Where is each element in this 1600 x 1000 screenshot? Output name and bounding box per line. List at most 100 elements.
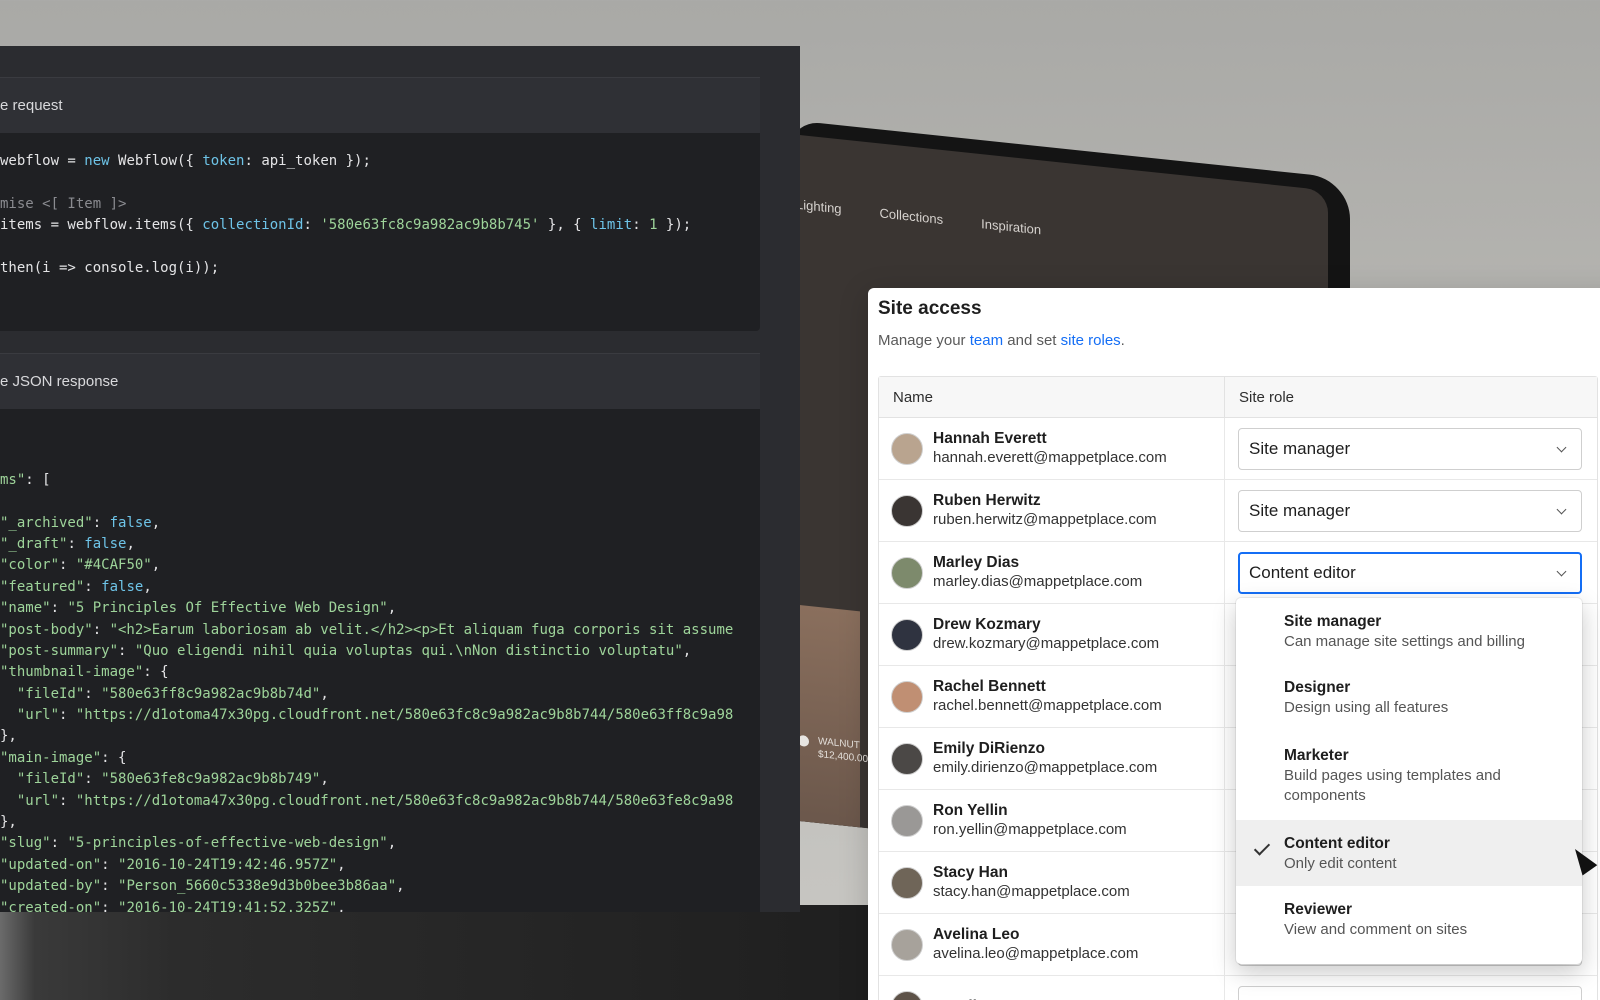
background-floor <box>0 905 870 1000</box>
code-token: , <box>320 685 329 702</box>
code-line: "fileId": "580e63ff8c9a982ac9b8b74d", <box>0 684 760 705</box>
table-row: Ruben Herwitz ruben.herwitz@mappetplace.c… <box>879 480 1597 542</box>
role-option-description: Only edit content <box>1284 855 1397 872</box>
code-token: : <box>118 642 135 659</box>
code-line: "created-on": "2016-10-24T19:41:52.325Z"… <box>0 898 760 912</box>
code-token: : { <box>143 664 169 681</box>
subtitle-text: . <box>1120 332 1125 349</box>
code-line: "post-body": "<h2>Earum laboriosam ab ve… <box>0 620 760 641</box>
member-email: ruben.herwitz@mappetplace.com <box>933 511 1157 528</box>
response-code-block[interactable]: ms": ["_archived": false, "_draft": false… <box>0 409 760 912</box>
avatar <box>891 680 923 713</box>
subtitle-text: Manage your <box>878 332 970 349</box>
role-option[interactable]: Marketer Build pages using templates and c… <box>1236 732 1582 820</box>
role-select[interactable]: Site manager <box>1238 490 1582 532</box>
code-token: "fileId" <box>16 685 85 702</box>
column-header-name[interactable]: Name <box>879 377 1225 417</box>
code-token: "2016-10-24T19:41:52.325Z" <box>118 899 338 912</box>
code-token: webflow = <box>0 153 85 169</box>
request-code-block[interactable]: webflow = new Webflow({ token: api_token… <box>0 133 760 331</box>
role-option[interactable]: Content editor Only edit content <box>1236 820 1582 886</box>
code-token: "#4CAF50" <box>75 557 152 574</box>
code-token: "post-summary" <box>0 642 119 659</box>
code-token: "580e63ff8c9a982ac9b8b74d" <box>101 685 321 702</box>
member-cell: Aurelio Harry <box>879 976 1225 1000</box>
code-line: "updated-by": "Person_5660c5338e9d3b0bee… <box>0 876 760 897</box>
role-select[interactable]: Site manager <box>1238 428 1582 470</box>
member-name: Avelina Leo <box>933 926 1020 943</box>
chevron-down-icon <box>1556 442 1567 453</box>
role-select-value: Content editor <box>1249 563 1356 582</box>
role-cell: Site manager <box>1225 480 1597 541</box>
code-token: "name" <box>0 600 51 617</box>
code-token: : <box>303 217 321 234</box>
member-name: Ron Yellin <box>933 802 1008 819</box>
role-option-title: Reviewer <box>1284 901 1353 918</box>
table-row: Hannah Everett hannah.everett@mappetplace… <box>879 418 1597 480</box>
code-token: ms" <box>0 471 26 488</box>
code-line: "color": "#4CAF50", <box>0 555 760 576</box>
avatar <box>891 494 923 527</box>
team-link[interactable]: team <box>970 332 1003 349</box>
code-token: "updated-by" <box>0 878 102 895</box>
code-token: "Person_5660c5338e9d3b0bee3b86aa" <box>118 878 397 895</box>
code-token: , <box>143 578 152 595</box>
site-roles-link[interactable]: site roles <box>1061 332 1121 349</box>
code-line: "slug": "5-principles-of-effective-web-d… <box>0 833 760 854</box>
code-panel: e request webflow = new Webflow({ token:… <box>0 46 800 912</box>
code-line: }, <box>0 812 760 833</box>
code-token: , <box>387 835 397 852</box>
request-title: e request <box>0 78 760 133</box>
code-line: ms": [ <box>0 470 760 491</box>
code-token: , <box>320 771 329 788</box>
code-line: "thumbnail-image": { <box>0 662 760 683</box>
member-info: Stacy Han stacy.han@mappetplace.com <box>933 863 1130 902</box>
role-option[interactable]: Designer Design using all features <box>1236 664 1582 732</box>
code-line: "url": "https://d1otoma47x30pg.cloudfron… <box>0 705 760 726</box>
table-row: Aurelio Harry <box>879 976 1597 1000</box>
member-cell: Ron Yellin ron.yellin@mappetplace.com <box>879 790 1225 851</box>
role-option[interactable]: Reviewer View and comment on sites <box>1236 886 1582 964</box>
code-token: "5 Principles Of Effective Web Design" <box>67 600 388 617</box>
code-line: "_archived": false, <box>0 513 760 534</box>
role-select[interactable] <box>1238 986 1582 1000</box>
code-token: : <box>50 600 68 617</box>
member-email: emily.dirienzo@mappetplace.com <box>933 759 1158 776</box>
code-line: "name": "5 Principles Of Effective Web D… <box>0 598 760 619</box>
member-info: Marley Dias marley.dias@mappetplace.com <box>933 553 1142 592</box>
role-option-title: Content editor <box>1284 835 1390 852</box>
member-cell: Avelina Leo avelina.leo@mappetplace.com <box>879 914 1225 975</box>
chevron-down-icon <box>1556 566 1567 577</box>
member-email: hannah.everett@mappetplace.com <box>933 449 1167 466</box>
code-token: "<h2>Earum laboriosam ab velit.</h2><p>E… <box>109 621 734 638</box>
role-option[interactable]: Site manager Can manage site settings and… <box>1236 598 1582 664</box>
code-token: : <box>84 771 102 788</box>
member-info: Ruben Herwitz ruben.herwitz@mappetplace.c… <box>933 491 1157 530</box>
code-token: "updated-on" <box>0 856 102 873</box>
column-header-role[interactable]: Site role <box>1225 377 1597 417</box>
check-icon <box>1253 839 1271 856</box>
code-token: new <box>84 153 110 169</box>
chevron-down-icon <box>1556 504 1567 515</box>
code-token: : <box>50 835 68 852</box>
member-cell: Emily DiRienzo emily.dirienzo@mappetplace… <box>879 728 1225 789</box>
code-token: "2016-10-24T19:42:46.957Z" <box>118 856 338 873</box>
code-token: : <box>84 578 102 595</box>
role-select[interactable]: Content editor <box>1238 552 1582 594</box>
code-token: : <box>92 621 110 638</box>
role-cell: Content editor <box>1225 542 1597 603</box>
member-cell: Ruben Herwitz ruben.herwitz@mappetplace.c… <box>879 480 1225 541</box>
avatar <box>891 432 923 465</box>
code-token: , <box>387 600 397 617</box>
code-token: : <box>67 535 85 552</box>
request-section: e request webflow = new Webflow({ token:… <box>0 77 760 331</box>
code-token: token <box>202 153 245 169</box>
code-token: : <box>84 685 102 702</box>
